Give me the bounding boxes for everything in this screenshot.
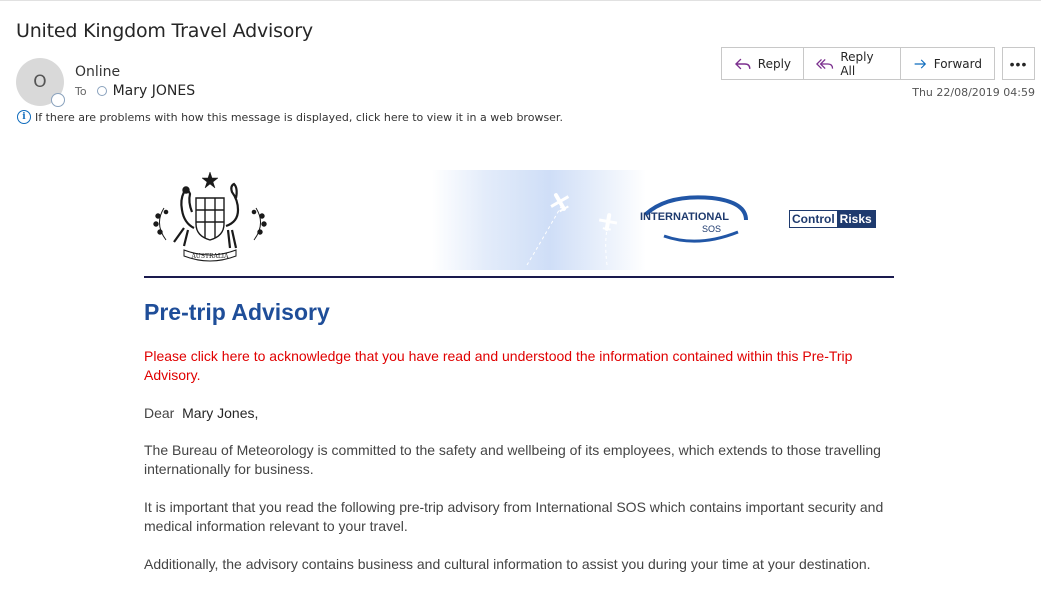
reply-label: Reply	[757, 56, 791, 71]
acknowledge-link[interactable]: Please click here to acknowledge that yo…	[144, 347, 904, 385]
banner-divider	[144, 276, 894, 278]
sender-name[interactable]: Online	[75, 64, 120, 80]
isos-logo-subtext: SOS	[702, 224, 721, 234]
more-actions-button[interactable]: •••	[1002, 47, 1035, 80]
greeting-word: Dear	[144, 405, 175, 421]
forward-label: Forward	[933, 56, 982, 71]
message-actions: Reply Reply All Forward	[721, 47, 995, 80]
body-paragraph: It is important that you read the follow…	[144, 499, 884, 534]
presence-icon	[51, 93, 65, 107]
control-risks-logo-part2: Risks	[836, 211, 875, 227]
control-risks-logo: Control Risks	[789, 210, 876, 228]
email-subject: United Kingdom Travel Advisory	[16, 20, 313, 42]
info-bar-text[interactable]: If there are problems with how this mess…	[35, 111, 563, 124]
top-divider	[0, 0, 1041, 1]
advisory-heading: Pre-trip Advisory	[144, 299, 330, 325]
sent-date: Thu 22/08/2019 04:59	[912, 86, 1035, 99]
greeting-name: Mary Jones,	[182, 405, 259, 421]
forward-button[interactable]: Forward	[901, 48, 994, 79]
isos-logo-text: INTERNATIONAL	[640, 211, 729, 223]
control-risks-logo-part1: Control	[790, 211, 837, 227]
reply-all-icon	[816, 58, 834, 69]
reply-all-button[interactable]: Reply All	[804, 48, 901, 79]
recipient-name[interactable]: Mary JONES	[113, 83, 196, 99]
info-bar[interactable]: i If there are problems with how this me…	[17, 110, 563, 124]
banner-sky-image	[432, 170, 646, 270]
forward-icon	[914, 59, 927, 68]
info-icon: i	[17, 110, 31, 124]
recipient-row: To Mary JONES	[75, 83, 195, 99]
greeting: Dear Mary Jones,	[144, 405, 258, 421]
body-paragraph: Additionally, the advisory contains busi…	[144, 556, 871, 572]
body-paragraph: The Bureau of Meteorology is committed t…	[144, 442, 881, 477]
coat-of-arms-logo: AUSTRALIA	[153, 171, 267, 262]
crest-motto: AUSTRALIA	[190, 253, 229, 260]
email-banner: AUSTRALIA INTERNATIONAL SOS Control Risk…	[144, 168, 894, 272]
reply-all-label: Reply All	[840, 49, 874, 78]
reply-icon	[734, 58, 751, 69]
airplane-icon	[526, 193, 618, 266]
recipient-presence-icon	[96, 86, 107, 96]
reply-button[interactable]: Reply	[722, 48, 804, 79]
to-label: To	[75, 84, 87, 98]
international-sos-logo: INTERNATIONAL SOS	[640, 195, 748, 243]
